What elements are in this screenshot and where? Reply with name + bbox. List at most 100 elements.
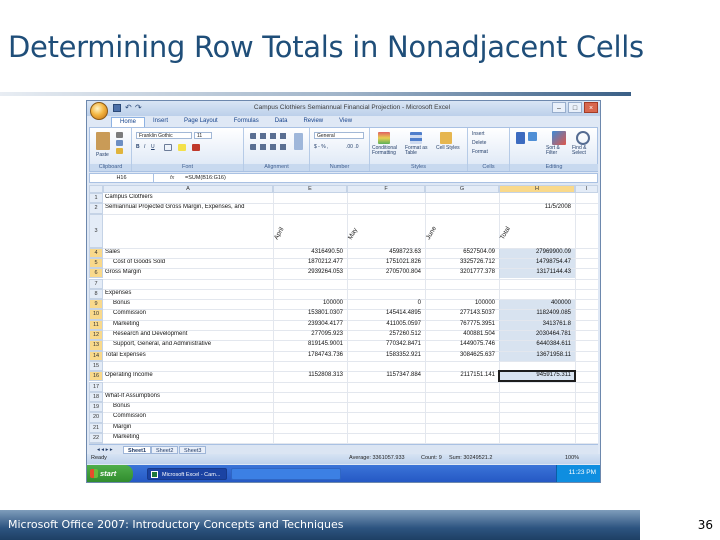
cell-g9[interactable]: 100000 [425,300,495,306]
font-size-box[interactable]: 11 [194,132,212,139]
cell-h14[interactable]: 13671958.11 [499,352,571,358]
undo-icon[interactable]: ↶ [125,103,132,112]
cell-h9[interactable]: 400000 [499,300,571,306]
minimize-icon[interactable]: – [552,102,566,113]
worksheet-grid[interactable]: A E F G H I 1 Campus Clothiers 2 Semiannual Proje… [89,185,598,455]
cell-a4[interactable]: Sales [105,249,273,255]
column-header-e[interactable]: E [273,185,347,193]
cell-e10[interactable]: 153801.0307 [273,310,343,316]
cell-a22[interactable]: Marketing [113,434,273,440]
cell-f6[interactable]: 2705700.804 [347,269,421,275]
tab-formulas[interactable]: Formulas [226,117,267,127]
cell-h4[interactable]: 27969900.09 [499,249,571,255]
row-header-22[interactable]: 22 [89,433,103,444]
cell-g13[interactable]: 1449075.746 [425,341,495,347]
sheet-tab-1[interactable]: Sheet1 [123,446,152,454]
column-header-f[interactable]: F [347,185,425,193]
cell-a6[interactable]: Gross Margin [105,269,273,275]
row-header-17[interactable]: 17 [89,381,103,392]
decimal-icon[interactable]: .00 .0 [346,144,359,150]
tab-review[interactable]: Review [295,117,331,127]
tab-insert[interactable]: Insert [145,117,176,127]
cell-f11[interactable]: 411005.0597 [347,321,421,327]
cell-h2[interactable]: 11/5/2008 [499,204,571,210]
row-header-3[interactable]: 3 [89,213,103,248]
font-name-box[interactable]: Franklin Gothic [136,132,192,139]
cell-g14[interactable]: 3084625.637 [425,352,495,358]
align-icons[interactable] [250,133,290,139]
insert-cells-button[interactable]: Insert [472,131,485,137]
autosum-icon[interactable] [516,132,525,144]
cell-h11[interactable]: 3413761.8 [499,321,571,327]
cell-f9[interactable]: 0 [347,300,421,306]
cell-a9[interactable]: Bonus [113,300,273,306]
column-header-i[interactable]: I [575,185,598,193]
row-header-6[interactable]: 6 [89,268,103,279]
currency-icon[interactable]: $ - % , [314,144,328,150]
tab-home[interactable]: Home [111,117,146,127]
cell-f5[interactable]: 1751021.826 [347,259,421,265]
save-icon[interactable] [113,104,121,112]
column-header-h[interactable]: H [499,185,575,193]
cell-g10[interactable]: 277143.5037 [425,310,495,316]
bold-icon[interactable]: B [136,144,140,150]
row-header-21[interactable]: 21 [89,422,103,433]
row-header-4[interactable]: 4 [89,247,103,258]
cell-h12[interactable]: 2030464.781 [499,331,571,337]
cell-e9[interactable]: 100000 [273,300,343,306]
cell-e13[interactable]: 819145.9001 [273,341,343,347]
cell-e11[interactable]: 239304.4177 [273,321,343,327]
row-header-13[interactable]: 13 [89,340,103,351]
fx-icon[interactable]: fx [170,174,174,182]
redo-icon[interactable]: ↷ [135,103,142,112]
cell-e5[interactable]: 1870212.477 [273,259,343,265]
row-header-7[interactable]: 7 [89,278,103,289]
row-header-1[interactable]: 1 [89,193,103,204]
cell-styles-label[interactable]: Cell Styles [436,146,464,151]
delete-cells-button[interactable]: Delete [472,140,486,146]
borders-icon[interactable] [164,144,172,151]
cell-a11[interactable]: Marketing [113,321,273,327]
cell-a8[interactable]: Expenses [105,290,273,296]
row-header-9[interactable]: 9 [89,299,103,310]
tab-data[interactable]: Data [267,117,296,127]
formula-input[interactable]: =SUM(B16:G16) [185,174,226,182]
zoom-level[interactable]: 100% [565,455,579,461]
row-header-5[interactable]: 5 [89,257,103,269]
conditional-formatting-icon[interactable] [378,132,390,144]
taskbar-item-empty[interactable] [231,468,341,480]
fill-icon[interactable] [528,132,537,141]
find-select-icon[interactable] [576,131,590,145]
tab-page-layout[interactable]: Page Layout [176,117,226,127]
fill-color-icon[interactable] [178,144,186,151]
cell-f4[interactable]: 4598723.63 [347,249,421,255]
number-format-box[interactable]: General [314,132,364,139]
cell-a21[interactable]: Margin [113,424,273,430]
cell-f16[interactable]: 1157347.884 [347,372,421,378]
cell-g11[interactable]: 767775.3951 [425,321,495,327]
cell-e6[interactable]: 2939264.053 [273,269,343,275]
row-header-8[interactable]: 8 [89,288,103,300]
format-as-table-icon[interactable] [410,132,422,144]
close-icon[interactable]: × [584,102,598,113]
cell-e12[interactable]: 277095.923 [273,331,343,337]
cell-g16[interactable]: 2117151.141 [425,372,495,378]
cell-f14[interactable]: 1583352.921 [347,352,421,358]
row-header-2[interactable]: 2 [89,203,103,214]
cell-a2[interactable]: Semiannual Projected Gross Margin, Expen… [105,204,275,210]
cell-g6[interactable]: 3201777.378 [425,269,495,275]
row-header-16[interactable]: 16 [89,371,103,382]
cell-a10[interactable]: Commission [113,310,273,316]
cell-a20[interactable]: Commission [113,413,273,419]
cell-styles-icon[interactable] [440,132,452,144]
cell-a1[interactable]: Campus Clothiers [105,194,273,200]
start-button[interactable]: start [87,465,133,482]
row-header-10[interactable]: 10 [89,309,103,320]
row-header-14[interactable]: 14 [89,350,103,361]
cell-h5[interactable]: 14798754.47 [499,259,571,265]
cut-icon[interactable] [116,132,123,138]
cell-h13[interactable]: 6440384.611 [499,341,571,347]
format-as-table-label[interactable]: Format as Table [405,146,431,156]
cell-a18[interactable]: What-If Assumptions [105,393,273,399]
italic-icon[interactable]: I [144,144,145,150]
